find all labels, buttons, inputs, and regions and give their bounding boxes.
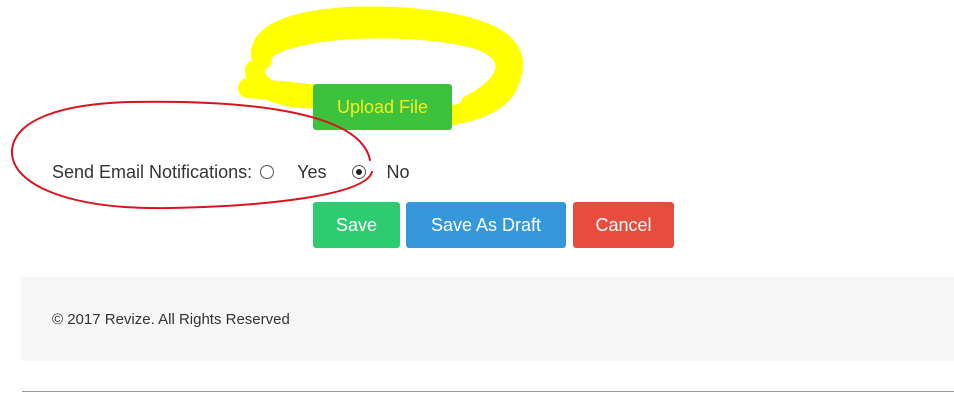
copyright-text: © 2017 Revize. All Rights Reserved [52, 311, 290, 328]
save-button[interactable]: Save [313, 202, 400, 248]
email-notification-label: Send Email Notifications: [52, 161, 253, 182]
radio-yes[interactable] [260, 165, 275, 179]
cancel-button[interactable]: Cancel [573, 202, 674, 248]
radio-no[interactable] [352, 165, 367, 179]
footer: © 2017 Revize. All Rights Reserved [21, 277, 954, 361]
radio-yes-label[interactable]: Yes [297, 162, 326, 183]
email-notification-row: Send Email Notifications: Yes No [52, 160, 409, 184]
bottom-divider [22, 391, 954, 392]
upload-file-button[interactable]: Upload File [313, 84, 452, 130]
radio-no-label[interactable]: No [386, 162, 409, 183]
save-as-draft-button[interactable]: Save As Draft [406, 202, 566, 248]
